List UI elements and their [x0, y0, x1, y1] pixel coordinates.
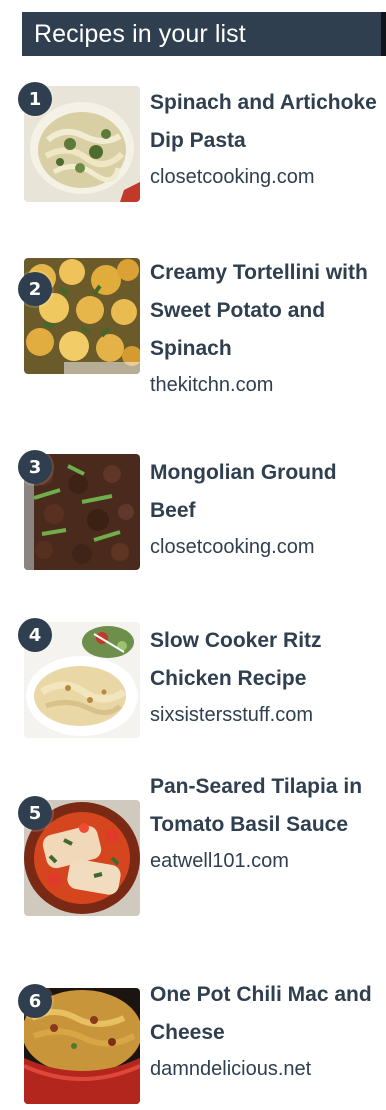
recipe-title-link[interactable]: Creamy Tortellini with Sweet Potato and …	[150, 254, 384, 368]
recipe-source-link[interactable]: sixsistersstuff.com	[150, 698, 384, 732]
recipe-text: Slow Cooker Ritz Chicken Recipe sixsiste…	[150, 622, 384, 732]
recipe-number-badge: 4	[18, 618, 52, 652]
recipe-source-link[interactable]: thekitchn.com	[150, 368, 384, 402]
recipe-title-link[interactable]: Mongolian Ground Beef	[150, 454, 384, 530]
header-title: Recipes in your list	[34, 19, 246, 48]
recipe-number-badge: 6	[18, 984, 52, 1018]
recipe-title-link[interactable]: Spinach and Artichoke Dip Pasta	[150, 84, 384, 160]
recipe-title-link[interactable]: Pan-Seared Tilapia in Tomato Basil Sauce	[150, 768, 384, 844]
recipe-source-link[interactable]: eatwell101.com	[150, 844, 384, 878]
recipe-title-link[interactable]: One Pot Chili Mac and Cheese	[150, 976, 384, 1052]
recipe-text: One Pot Chili Mac and Cheese damndelicio…	[150, 976, 384, 1086]
recipe-text: Pan-Seared Tilapia in Tomato Basil Sauce…	[150, 768, 384, 878]
recipes-header: Recipes in your list	[22, 12, 386, 56]
recipe-source-link[interactable]: closetcooking.com	[150, 160, 384, 194]
recipe-number-badge: 3	[18, 450, 52, 484]
recipe-text: Creamy Tortellini with Sweet Potato and …	[150, 254, 384, 402]
recipe-number-badge: 2	[18, 272, 52, 306]
recipe-number-badge: 1	[18, 82, 52, 116]
recipe-list-page: Recipes in your list 1 Spinach and Artic…	[0, 0, 386, 1110]
recipe-text: Spinach and Artichoke Dip Pasta closetco…	[150, 84, 384, 194]
recipe-source-link[interactable]: damndelicious.net	[150, 1052, 384, 1086]
recipe-source-link[interactable]: closetcooking.com	[150, 530, 384, 564]
recipe-title-link[interactable]: Slow Cooker Ritz Chicken Recipe	[150, 622, 384, 698]
recipe-number-badge: 5	[18, 796, 52, 830]
recipe-text: Mongolian Ground Beef closetcooking.com	[150, 454, 384, 564]
